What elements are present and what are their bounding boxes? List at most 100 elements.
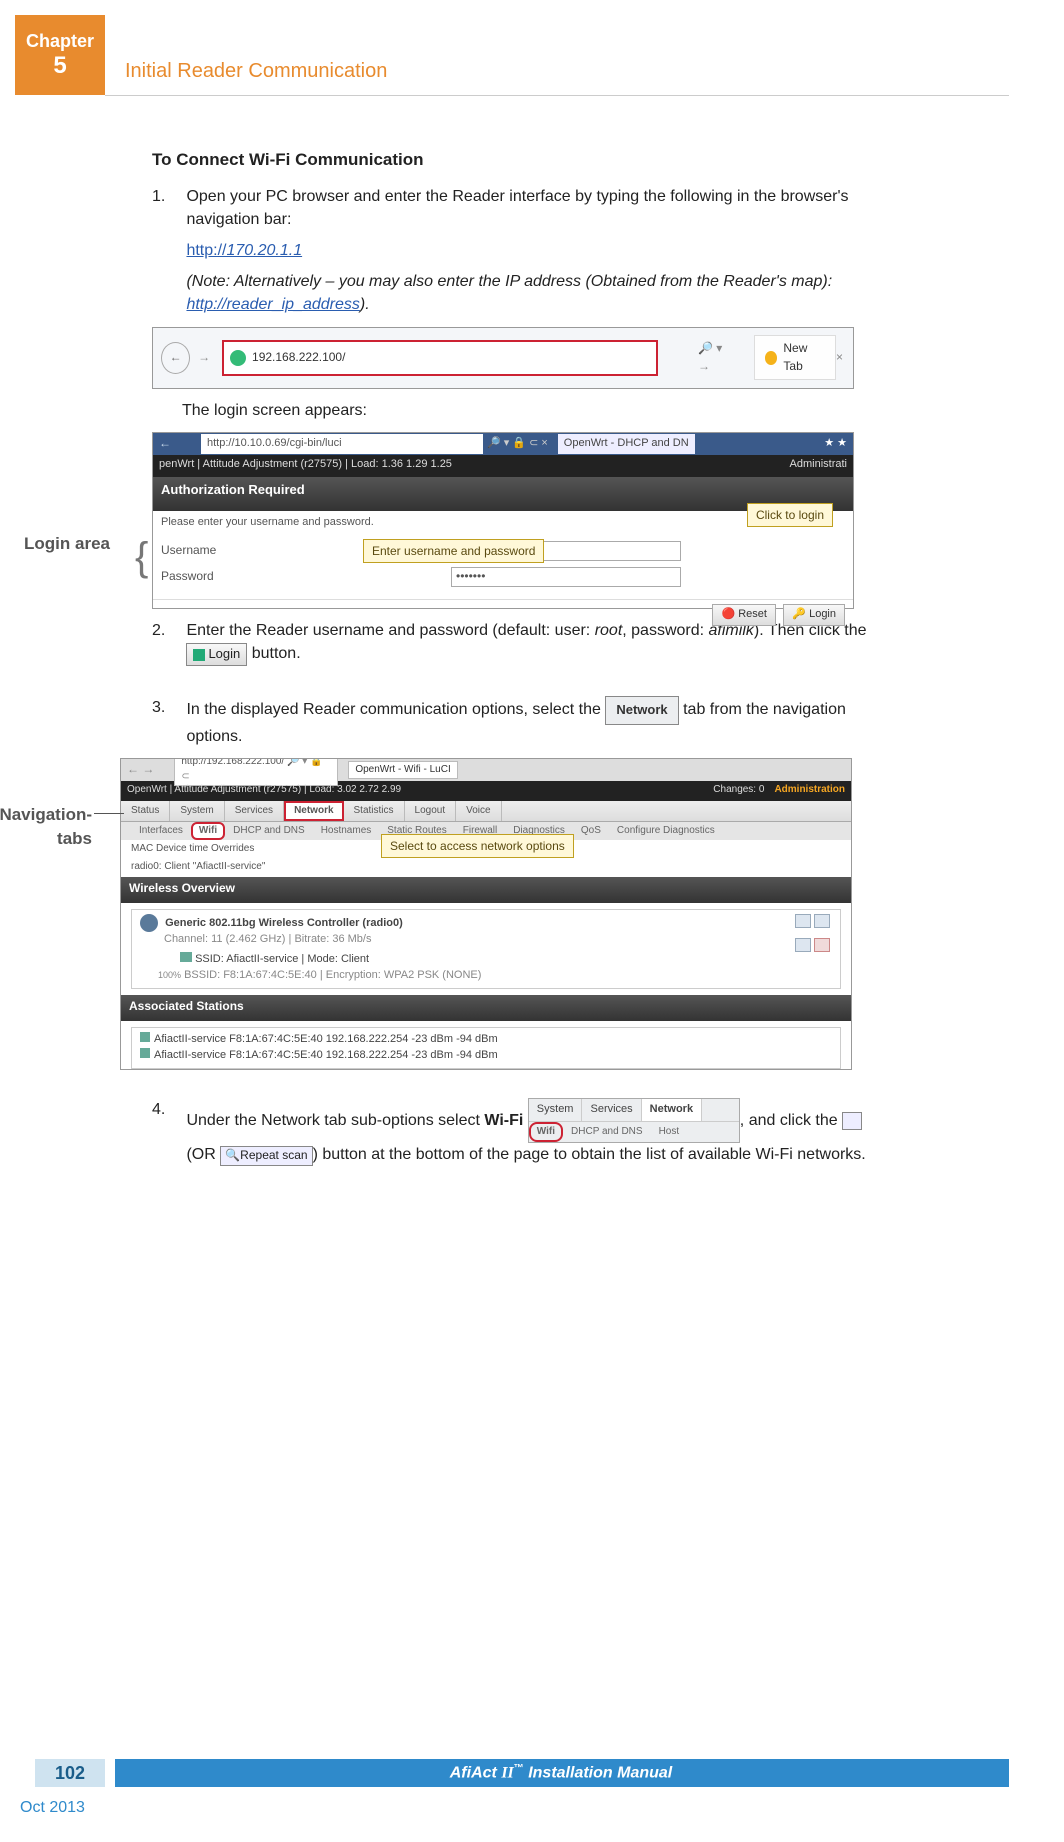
callout-network: Select to access network options [381,834,574,858]
tab-services: Services [582,1099,641,1121]
chapter-number: 5 [15,52,105,80]
step-number: 1. [152,185,182,208]
footer-title: AfiAct II™ Installation Manual [115,1759,1009,1787]
chapter-title: Initial Reader Communication [125,60,387,83]
browser-tab: OpenWrt - DHCP and DN [558,434,695,454]
step-number: 3. [152,696,182,719]
subtab-qos: QoS [573,822,609,840]
tab-voice: Voice [456,801,501,821]
subtab-wifi: Wifi [529,1122,563,1143]
login-button: 🔑 Login [783,604,845,626]
password-field: ••••••• [451,567,681,587]
page-footer: 102 AfiAct II™ Installation Manual [0,1751,1064,1787]
star-icons: ★ ★ [824,436,847,452]
subtab-dhcp: DHCP and DNS [563,1122,651,1143]
mini-icon [814,914,830,928]
admin-link: Administrati [790,457,847,473]
url-link[interactable]: http://170.20.1.1 [186,242,302,259]
section-heading: To Connect Wi-Fi Communication [152,148,890,173]
mini-icon [814,938,830,952]
subtab-cdiag: Configure Diagnostics [609,822,723,840]
tab-network: Network [284,801,343,821]
divider [105,95,1009,96]
subtab-wifi: Wifi [191,822,225,840]
page-number: 102 [35,1759,105,1787]
step1-text: Open your PC browser and enter the Reade… [186,188,848,228]
address-text: 192.168.222.100/ [252,349,345,366]
subtab-screenshot: System Services Network Wifi DHCP and DN… [528,1098,740,1143]
search-controls: 🔎 ▾ 🔒 ⊂ × [487,436,548,452]
tab-system: System [170,801,224,821]
signal-icon [140,1048,150,1058]
subtab-hostnames: Hostnames [313,822,380,840]
step-number: 4. [152,1098,182,1121]
new-tab: New Tab [754,335,836,380]
changes-count: Changes: 0 [713,784,764,795]
step1-after: The login screen appears: [182,399,872,422]
status-bar: OpenWrt | Attitude Adjustment (r27575) |… [127,784,401,795]
login-area-label: Login area [10,532,110,557]
address-text: http://10.10.0.69/cgi-bin/luci [201,434,483,454]
controller-name: Generic 802.11bg Wireless Controller (ra… [165,917,403,929]
nav-tabs: Status System Services Network Statistic… [121,801,851,822]
signal-icon [140,1032,150,1042]
tab-system: System [529,1099,583,1121]
subtab-interfaces: Interfaces [131,822,191,840]
close-icon: × [836,349,843,366]
login-button-inline: Login [186,643,247,666]
reset-button: 🔴 Reset [712,604,776,626]
station-row: AfiactII-service F8:1A:67:4C:5E:40 192.1… [154,1033,498,1045]
callout-login: Click to login [747,503,833,527]
back-icon: ← [161,342,190,374]
url-link-alt[interactable]: http://reader_ip_address [186,296,359,313]
tab-status: Status [121,801,170,821]
network-screenshot: ← → http://192.168.222.100/ 🔎 ▾ 🔒 ⊂ Open… [120,758,852,1070]
callout-credentials: Enter username and password [363,539,544,563]
tab-network: Network [642,1099,702,1121]
username-label: Username [161,542,251,559]
brace-icon: { [135,528,148,586]
chapter-label: Chapter [15,31,105,52]
repeat-scan-button: 🔍Repeat scan [220,1146,312,1165]
tab-logout: Logout [405,801,457,821]
network-tab-inline: Network [605,696,678,725]
bssid-line: BSSID: F8:1A:67:4C:5E:40 | Encryption: W… [184,969,481,981]
login-screenshot: ← http://10.10.0.69/cgi-bin/luci 🔎 ▾ 🔒 ⊂… [152,432,854,609]
password-label: Password [161,568,251,585]
ie-icon [230,350,246,366]
back-icon: ← [159,435,171,452]
status-bar: penWrt | Attitude Adjustment (r27575) | … [159,458,452,470]
scan-icon [842,1112,862,1130]
wireless-overview-header: Wireless Overview [121,877,851,903]
mini-icon [795,914,811,928]
forward-icon: → [194,347,214,369]
signal-icon [180,952,192,962]
chapter-tab: Chapter 5 [15,15,105,95]
step3-text: In the displayed Reader communication op… [186,696,876,748]
ssid-line: SSID: AfiactII-service | Mode: Client [195,953,369,965]
key-icon [193,649,205,661]
pct: 100% [158,970,181,980]
admin-link: Administration [774,784,845,795]
step1-note: (Note: Alternatively – you may also ente… [186,270,876,316]
browser-tab: OpenWrt - Wifi - LuCI [348,761,457,780]
subtab-host: Host [651,1122,688,1143]
wifi-icon [140,914,158,932]
back-icon: ← → [127,761,154,778]
browser-address-screenshot: ← → 192.168.222.100/ 🔎 ▾ → New Tab × [152,327,854,389]
search-icon: 🔎 ▾ → [698,340,734,375]
radio-line: radio0: Client "AfiactII-service" [121,858,851,877]
connector-line [94,813,124,814]
footer-date: Oct 2013 [20,1799,85,1817]
new-tab-label: New Tab [783,340,825,375]
tab-statistics: Statistics [344,801,405,821]
mini-icon [795,938,811,952]
station-row: AfiactII-service F8:1A:67:4C:5E:40 192.1… [154,1049,498,1061]
step4-text: Under the Network tab sub-options select… [186,1098,876,1167]
address-bar: 192.168.222.100/ [222,340,658,376]
nav-tabs-label: Navigation-tabs [0,803,92,852]
ie-tab-icon [765,351,778,365]
assoc-header: Associated Stations [121,995,851,1021]
subtab-dhcp: DHCP and DNS [225,822,313,840]
controller-sub: Channel: 11 (2.462 GHz) | Bitrate: 36 Mb… [164,933,371,945]
